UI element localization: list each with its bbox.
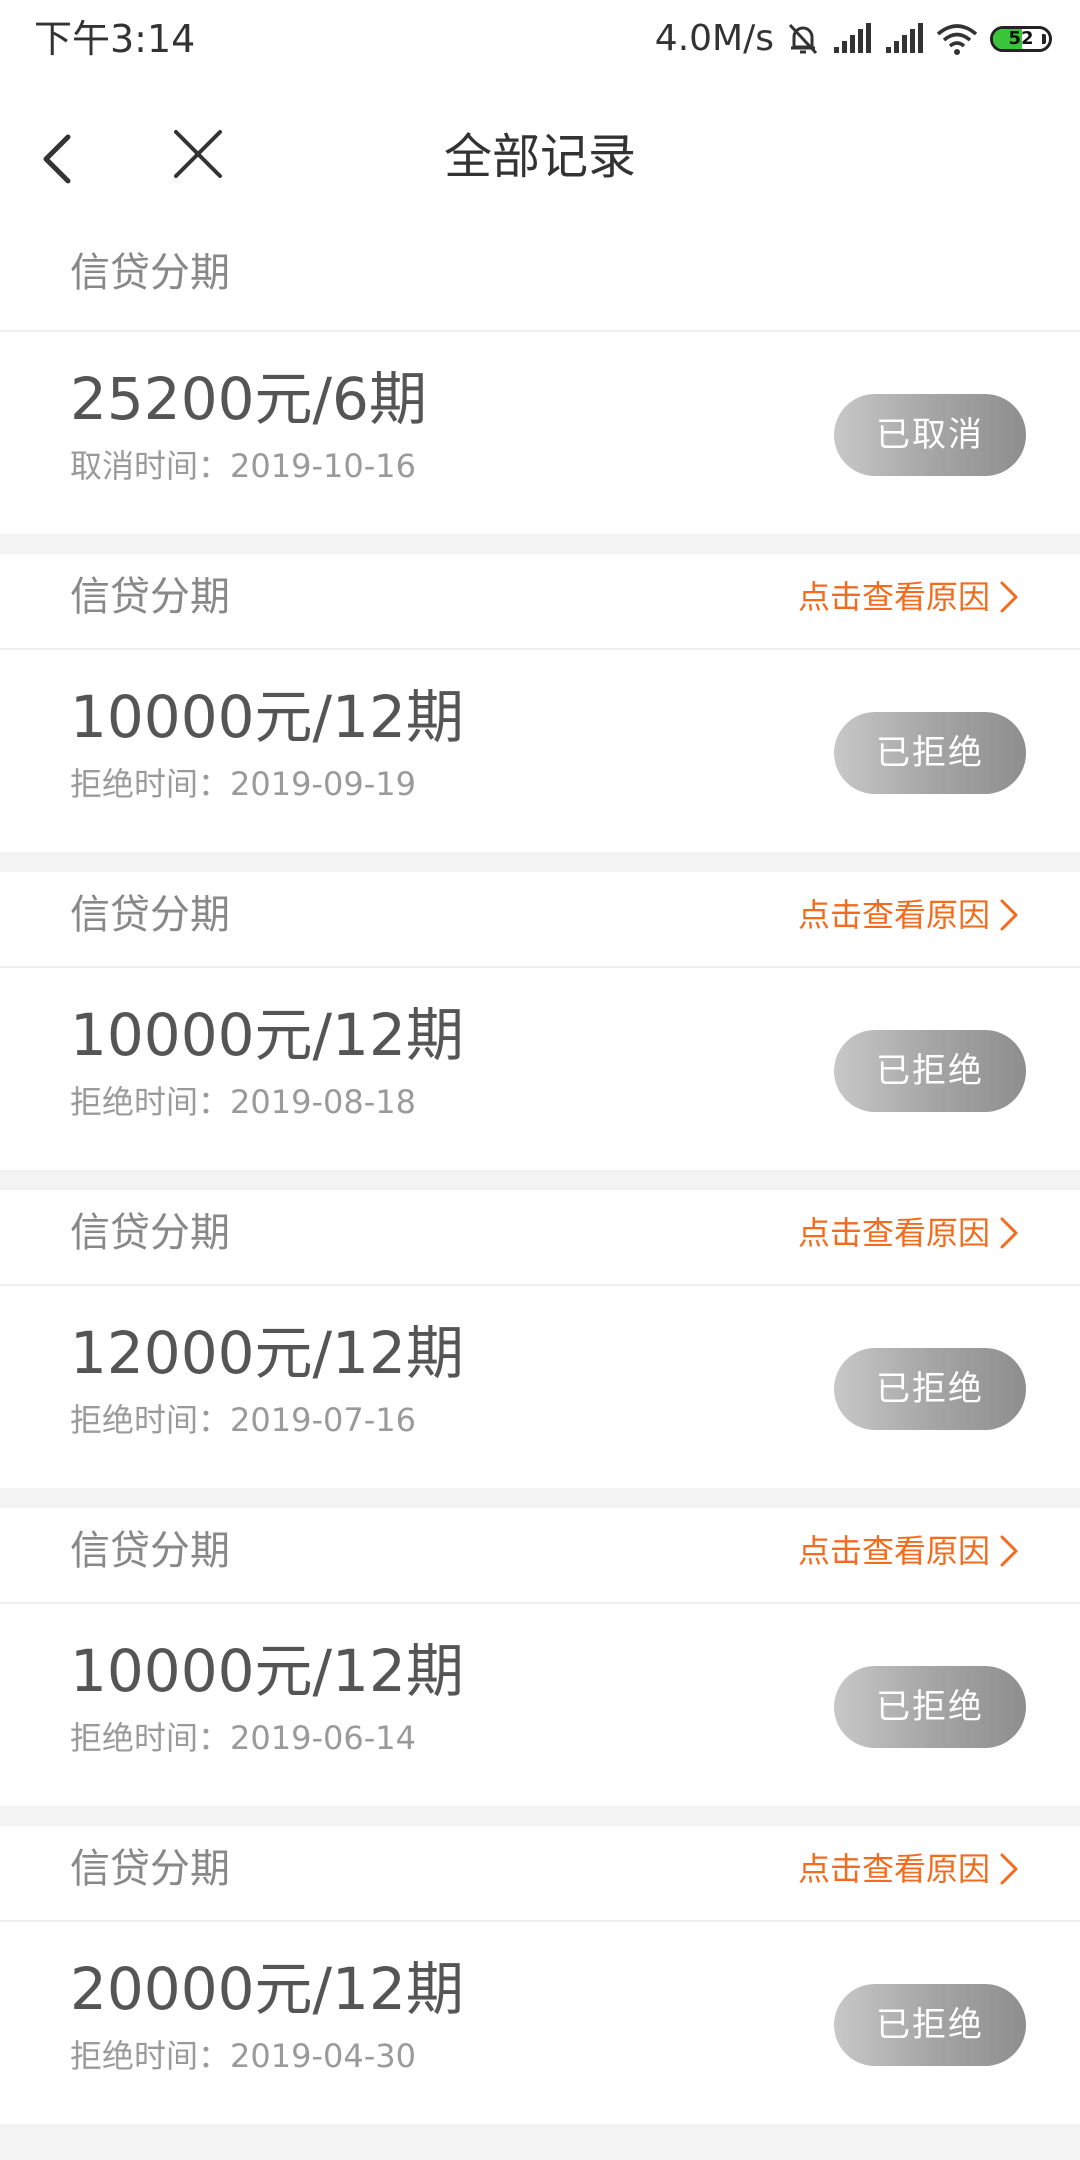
chevron-right-icon bbox=[1000, 1853, 1018, 1885]
battery-level: 52 bbox=[1008, 28, 1034, 49]
record-card[interactable]: 信贷分期 点击查看原因 10000元/12期 拒绝时间：2019-06-14 已… bbox=[0, 1508, 1080, 1806]
status-badge: 已拒绝 bbox=[834, 1348, 1026, 1430]
status-bar: 下午3:14 4.0M/s 52 bbox=[0, 0, 1080, 80]
mute-bell-icon bbox=[786, 21, 820, 57]
chevron-right-icon bbox=[1000, 899, 1018, 931]
view-reason-link[interactable]: 点击查看原因 bbox=[798, 1848, 1020, 1890]
record-amount: 20000元/12期 bbox=[70, 1955, 464, 2023]
record-amount: 25200元/6期 bbox=[70, 365, 427, 433]
chevron-right-icon bbox=[1000, 1217, 1018, 1249]
signal-icon bbox=[884, 23, 924, 55]
record-header: 信贷分期 点击查看原因 bbox=[0, 554, 1080, 650]
view-reason-link[interactable]: 点击查看原因 bbox=[798, 1530, 1020, 1572]
record-amount: 10000元/12期 bbox=[70, 683, 464, 751]
view-reason-label: 点击查看原因 bbox=[797, 1850, 990, 1888]
record-header: 信贷分期 点击查看原因 bbox=[0, 1190, 1080, 1286]
record-body: 10000元/12期 拒绝时间：2019-08-18 已拒绝 bbox=[0, 968, 1080, 1170]
view-reason-link[interactable]: 点击查看原因 bbox=[798, 894, 1020, 936]
record-type: 信贷分期 bbox=[70, 1528, 230, 1574]
record-card[interactable]: 信贷分期 25200元/6期 取消时间：2019-10-16 已取消 bbox=[0, 234, 1080, 534]
record-amount: 10000元/12期 bbox=[70, 1001, 464, 1069]
view-reason-label: 点击查看原因 bbox=[797, 896, 990, 934]
record-time: 拒绝时间：2019-04-30 bbox=[70, 2037, 416, 2075]
record-body: 20000元/12期 拒绝时间：2019-04-30 已拒绝 bbox=[0, 1922, 1080, 2124]
record-time: 拒绝时间：2019-07-16 bbox=[70, 1401, 416, 1439]
network-speed: 4.0M/s bbox=[654, 18, 774, 59]
record-header: 信贷分期 点击查看原因 bbox=[0, 872, 1080, 968]
status-badge: 已拒绝 bbox=[834, 1984, 1026, 2066]
record-type: 信贷分期 bbox=[70, 250, 230, 296]
view-reason-link[interactable]: 点击查看原因 bbox=[798, 1212, 1020, 1254]
view-reason-label: 点击查看原因 bbox=[797, 578, 990, 616]
page-title: 全部记录 bbox=[443, 129, 636, 185]
record-type: 信贷分期 bbox=[70, 574, 230, 620]
record-card[interactable]: 信贷分期 点击查看原因 10000元/12期 拒绝时间：2019-08-18 已… bbox=[0, 872, 1080, 1170]
record-header: 信贷分期 点击查看原因 bbox=[0, 1508, 1080, 1604]
status-badge: 已拒绝 bbox=[834, 1666, 1026, 1748]
record-header: 信贷分期 点击查看原因 bbox=[0, 1826, 1080, 1922]
battery-icon: 52 bbox=[990, 26, 1052, 52]
record-time: 拒绝时间：2019-09-19 bbox=[70, 765, 416, 803]
record-amount: 10000元/12期 bbox=[70, 1637, 464, 1705]
view-reason-link[interactable]: 点击查看原因 bbox=[798, 576, 1020, 618]
wifi-icon bbox=[936, 22, 978, 56]
record-time: 拒绝时间：2019-08-18 bbox=[70, 1083, 416, 1121]
chevron-right-icon bbox=[1000, 581, 1018, 613]
signal-icon bbox=[832, 23, 872, 55]
record-type: 信贷分期 bbox=[70, 1210, 230, 1256]
nav-bar: 全部记录 bbox=[0, 80, 1080, 234]
record-card[interactable]: 信贷分期 点击查看原因 10000元/12期 拒绝时间：2019-09-19 已… bbox=[0, 554, 1080, 852]
record-header: 信贷分期 bbox=[0, 234, 1080, 332]
record-type: 信贷分期 bbox=[70, 1846, 230, 1892]
record-type: 信贷分期 bbox=[70, 892, 230, 938]
record-card[interactable]: 信贷分期 点击查看原因 20000元/12期 拒绝时间：2019-04-30 已… bbox=[0, 1826, 1080, 2124]
record-body: 25200元/6期 取消时间：2019-10-16 已取消 bbox=[0, 332, 1080, 534]
status-time: 下午3:14 bbox=[34, 17, 196, 61]
record-amount: 12000元/12期 bbox=[70, 1319, 464, 1387]
status-badge: 已拒绝 bbox=[834, 1030, 1026, 1112]
record-time: 拒绝时间：2019-06-14 bbox=[70, 1719, 416, 1757]
record-body: 12000元/12期 拒绝时间：2019-07-16 已拒绝 bbox=[0, 1286, 1080, 1488]
record-card[interactable]: 信贷分期 点击查看原因 12000元/12期 拒绝时间：2019-07-16 已… bbox=[0, 1190, 1080, 1488]
chevron-right-icon bbox=[1000, 1535, 1018, 1567]
status-badge: 已取消 bbox=[834, 394, 1026, 476]
record-body: 10000元/12期 拒绝时间：2019-06-14 已拒绝 bbox=[0, 1604, 1080, 1806]
record-list: 信贷分期 25200元/6期 取消时间：2019-10-16 已取消 信贷分期 … bbox=[0, 234, 1080, 2144]
record-time: 取消时间：2019-10-16 bbox=[70, 447, 416, 485]
record-body: 10000元/12期 拒绝时间：2019-09-19 已拒绝 bbox=[0, 650, 1080, 852]
view-reason-label: 点击查看原因 bbox=[797, 1214, 990, 1252]
view-reason-label: 点击查看原因 bbox=[797, 1532, 990, 1570]
status-badge: 已拒绝 bbox=[834, 712, 1026, 794]
status-icons: 4.0M/s 52 bbox=[654, 16, 1052, 62]
